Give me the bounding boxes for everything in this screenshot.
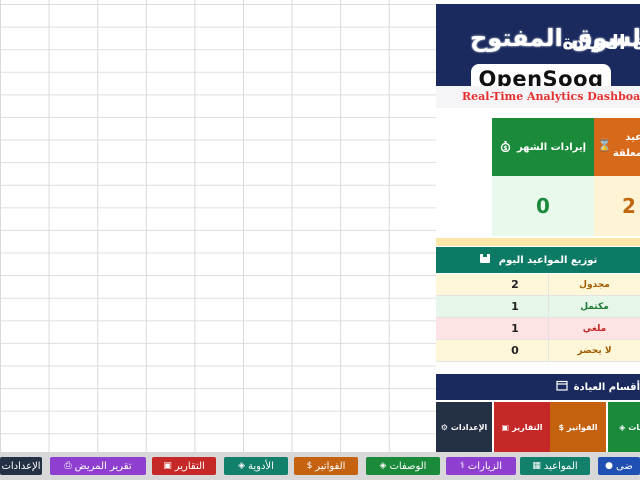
distribution-row-value: 0 [511, 344, 519, 357]
taskbar-button[interactable]: الفواتير $ [294, 457, 358, 475]
section-button[interactable]: صفات◈ [608, 402, 640, 452]
distribution-row-value: 1 [511, 300, 519, 313]
sections-title: أقسام العيادة [573, 381, 640, 393]
watermark-arabic: السوق المفتوح [470, 24, 640, 52]
distribution-row-label: مجدول [548, 274, 640, 296]
taskbar-button[interactable]: المواعيد ▦ [520, 457, 590, 475]
taskbar-button-label: المواعيد [543, 460, 578, 472]
clinic-dashboard: إدارة العيادة السوق المفتوح OpenSooq Rea… [436, 0, 640, 452]
section-button[interactable]: التقارير ▣ [494, 402, 550, 452]
taskbar-button[interactable]: الزيارات ⚕ [446, 457, 516, 475]
dashboard-subtitle: Real-Time Analytics Dashboard [436, 86, 640, 108]
pill-icon: ◈ [619, 422, 626, 432]
section-button[interactable]: الإعدادات ⚙ [436, 402, 492, 452]
distribution-row-value: 1 [511, 322, 519, 335]
taskbar-button[interactable]: الأدوية ◈ [224, 457, 288, 475]
taskbar: الإعدادات تقرير المريض ⎙ التقارير ▣ الأدوية ◈ ا… [0, 452, 640, 480]
taskbar-button-label: تقرير المريض [74, 460, 132, 472]
svg-text:$: $ [503, 145, 507, 152]
pending-card-header: ⌛ عيد معلقة [594, 118, 640, 176]
calendar-icon [555, 380, 568, 394]
taskbar-button-label: ضى [616, 460, 633, 472]
distribution-row-label: ملغي [548, 318, 640, 340]
distribution-row: 1 ملغي [436, 318, 640, 340]
pill-icon: ◈ [379, 461, 387, 471]
section-button-label: الفواتير [567, 422, 598, 432]
sections-header: أقسام العيادة [436, 374, 640, 400]
calendar-icon: ▦ [532, 461, 541, 471]
distribution-title: توزيع المواعيد اليوم [498, 254, 598, 266]
dashboard-header: إدارة العيادة السوق المفتوح OpenSooq [436, 4, 640, 94]
section-button-label: التقارير [512, 422, 543, 432]
hourglass-icon: ⌛ [597, 138, 612, 152]
pill-icon: ◈ [238, 461, 245, 471]
printer-icon: ⎙ [64, 461, 72, 471]
taskbar-button-label: الوصفات [389, 460, 427, 472]
distribution-row: 1 مكتمل [436, 296, 640, 318]
folder-icon: ▣ [501, 422, 510, 432]
taskbar-button[interactable]: التقارير ▣ [152, 457, 216, 475]
money-bag-icon: $ [306, 461, 313, 471]
distribution-row-label: لا يحضر [548, 340, 640, 362]
taskbar-button-label: التقارير [174, 460, 205, 472]
revenue-card-header: إيرادات الشهر $ [492, 118, 594, 176]
distribution-header: توزيع المواعيد اليوم [436, 247, 640, 273]
taskbar-button[interactable]: الإعدادات [0, 457, 42, 475]
money-bag-icon: $ [500, 140, 511, 155]
gear-icon: ⚙ [440, 422, 448, 432]
taskbar-button[interactable]: ضى ● [598, 457, 640, 475]
pending-card-value: 2 [594, 176, 640, 236]
box-icon [479, 253, 491, 267]
revenue-card-label: إيرادات الشهر [516, 141, 587, 153]
taskbar-button[interactable]: الوصفات ◈ [366, 457, 440, 475]
section-button-label: صفات [628, 422, 640, 432]
taskbar-button[interactable]: تقرير المريض ⎙ [50, 457, 146, 475]
taskbar-button-label: الزيارات [467, 460, 503, 472]
distribution-row-value: 2 [511, 278, 519, 291]
money-bag-icon: $ [558, 422, 565, 432]
section-divider [436, 238, 640, 246]
taskbar-button-label: الإعدادات [1, 460, 41, 472]
taskbar-button-label: الأدوية [248, 460, 274, 472]
pending-card-label-line1: عيد [625, 132, 640, 143]
taskbar-button-label: الفواتير [315, 460, 346, 472]
stethoscope-icon: ⚕ [459, 461, 465, 471]
user-icon: ● [605, 461, 614, 471]
distribution-row-label: مكتمل [548, 296, 640, 318]
revenue-card-value: 0 [492, 176, 594, 236]
distribution-row: 0 لا يحضر [436, 340, 640, 362]
folder-icon: ▣ [163, 461, 172, 471]
section-button[interactable]: الفواتير $ [550, 402, 606, 452]
app-window: إدارة العيادة السوق المفتوح OpenSooq Rea… [0, 0, 640, 480]
spreadsheet-grid[interactable] [0, 0, 436, 452]
pending-card-label-line2: معلقة [612, 148, 640, 159]
distribution-row: 2 مجدول [436, 274, 640, 296]
section-button-label: الإعدادات [450, 422, 488, 432]
